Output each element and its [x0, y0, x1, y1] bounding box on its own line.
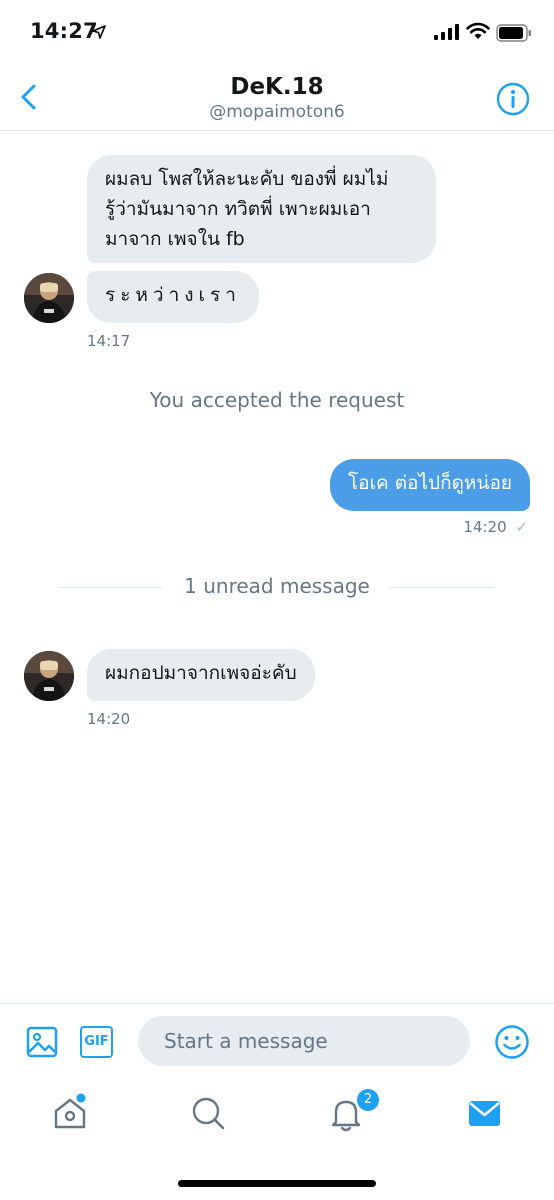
notification-count-badge: 2 — [355, 1087, 381, 1113]
status-time: 14:27 — [30, 19, 98, 43]
emoji-icon[interactable] — [494, 1024, 530, 1060]
avatar-photo-icon — [24, 273, 74, 323]
message-composer: GIF — [0, 1003, 554, 1079]
outgoing-message-bubble[interactable]: โอเค ต่อไปก็ดูหน่อย — [329, 459, 530, 511]
read-checkmark-icon: ✓ — [515, 518, 528, 536]
message-text: ผมกอปมาจากเพจอ่ะคับ — [105, 662, 297, 684]
incoming-message-bubble[interactable]: ผมกอปมาจากเพจอ่ะคับ — [87, 649, 315, 701]
request-accepted-notice: You accepted the request — [149, 388, 405, 412]
conversation-name: DeK.18 — [230, 74, 324, 100]
add-photo-icon[interactable] — [26, 1026, 58, 1058]
home-icon[interactable] — [48, 1091, 92, 1135]
message-line: ผมลบ โพสให้ละนะคับ ของพี่ ผมไม่ — [105, 168, 389, 190]
unread-divider-label: 1 unread message — [184, 574, 370, 598]
incoming-message-bubble[interactable]: ผมลบ โพสให้ละนะคับ ของพี่ ผมไม่ รู้ว่ามั… — [87, 155, 436, 263]
gif-button[interactable]: GIF — [80, 1026, 113, 1058]
cellular-signal-icon — [434, 24, 459, 40]
home-indicator[interactable] — [178, 1180, 376, 1187]
message-line: รู้ว่ามันมาจาก ทวิตพี่ เพาะผมเอา — [105, 198, 371, 220]
location-arrow-icon — [92, 25, 106, 39]
conversation-handle: @mopaimoton6 — [209, 102, 345, 122]
message-line: มาจาก เพจใน fb — [105, 228, 245, 250]
message-timestamp: 14:20 — [87, 710, 131, 728]
message-timestamp: 14:17 — [87, 332, 131, 350]
message-input[interactable] — [138, 1016, 470, 1066]
sender-avatar[interactable] — [24, 651, 74, 701]
status-bar: 14:27 — [0, 0, 554, 66]
conversation-header: DeK.18 @mopaimoton6 — [0, 66, 554, 131]
divider-line-right — [389, 587, 494, 588]
incoming-message-bubble[interactable]: ระหว่างเรา — [87, 271, 259, 323]
bottom-tab-bar — [0, 1079, 554, 1149]
search-icon[interactable] — [186, 1091, 230, 1135]
message-timestamp: 14:20 ✓ — [463, 518, 528, 536]
sender-avatar[interactable] — [24, 273, 74, 323]
gif-label: GIF — [84, 1034, 109, 1049]
battery-icon — [496, 24, 531, 42]
timestamp-text: 14:20 — [463, 518, 507, 536]
messages-envelope-icon[interactable] — [462, 1091, 506, 1135]
message-text: โอเค ต่อไปก็ดูหน่อย — [347, 472, 512, 494]
avatar-photo-icon — [24, 651, 74, 701]
info-icon[interactable] — [496, 82, 530, 116]
message-text: ระหว่างเรา — [105, 284, 241, 306]
wifi-icon — [466, 22, 490, 39]
